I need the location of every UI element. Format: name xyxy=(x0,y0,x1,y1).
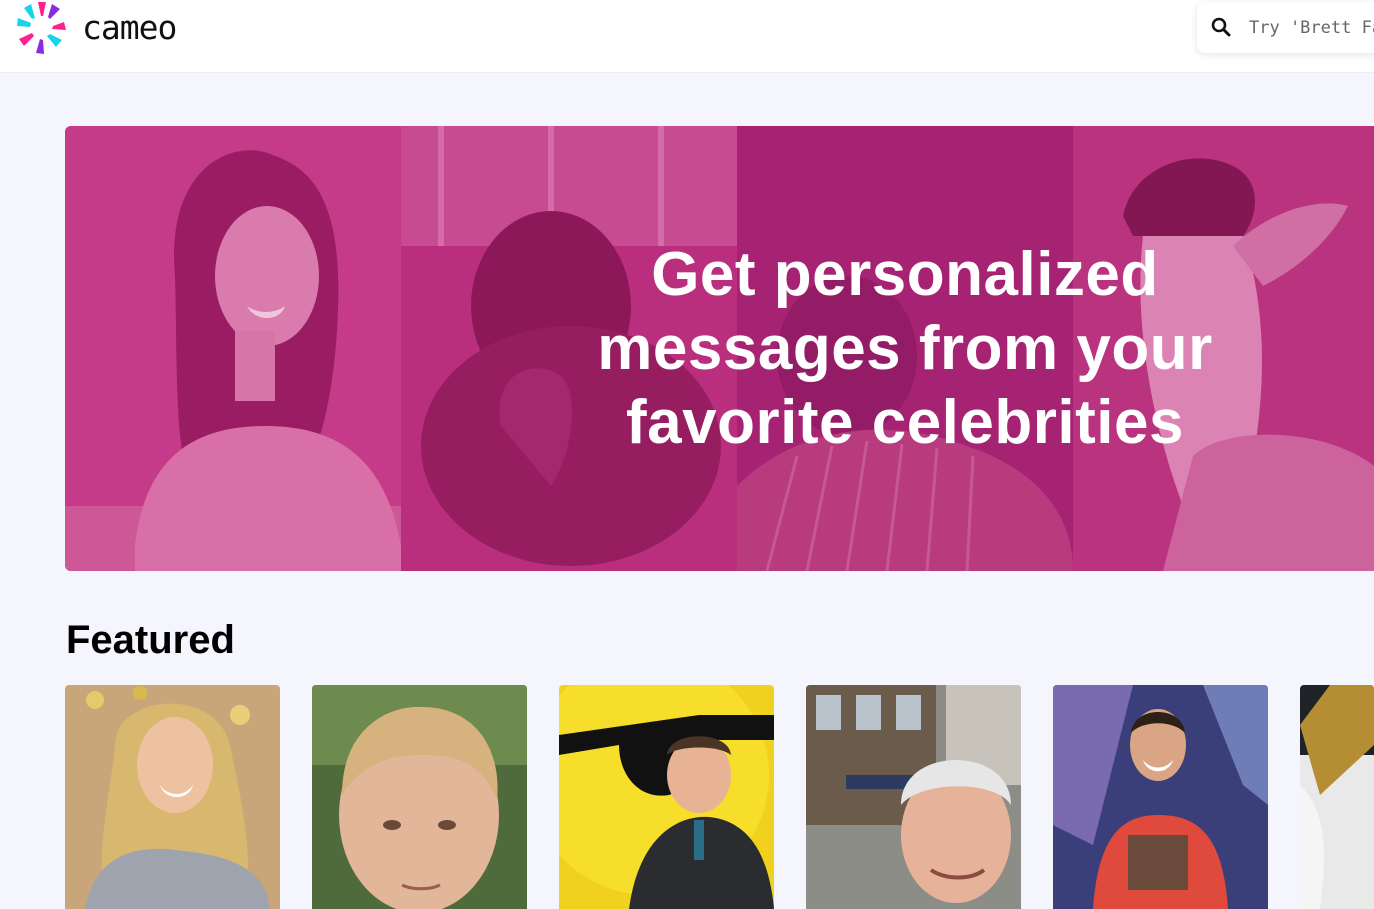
featured-card[interactable] xyxy=(1300,685,1374,909)
hero-headline-line-3: favorite celebrities xyxy=(626,388,1184,457)
celebrity-photo xyxy=(1300,685,1374,909)
search-icon xyxy=(1211,17,1231,37)
hero-headline-line-1: Get personalized xyxy=(651,240,1159,309)
celebrity-photo xyxy=(806,685,1021,909)
search-input[interactable] xyxy=(1249,14,1374,42)
hero-headline-line-2: messages from your xyxy=(597,314,1213,383)
search-bar[interactable] xyxy=(1197,2,1374,53)
featured-section-title: Featured xyxy=(66,618,235,662)
featured-card[interactable] xyxy=(1053,685,1268,909)
hero-banner: Get personalized messages from your favo… xyxy=(65,126,1374,571)
featured-card[interactable] xyxy=(65,685,280,909)
celebrity-photo xyxy=(1053,685,1268,909)
logo-wordmark[interactable]: cameo xyxy=(82,8,177,47)
hero-headline: Get personalized messages from your favo… xyxy=(545,238,1265,460)
featured-card[interactable] xyxy=(559,685,774,909)
featured-card[interactable] xyxy=(312,685,527,909)
celebrity-photo xyxy=(65,685,280,909)
celebrity-photo xyxy=(559,685,774,909)
featured-card[interactable] xyxy=(806,685,1021,909)
celebrity-photo xyxy=(312,685,527,909)
cameo-logo-icon[interactable] xyxy=(16,2,68,54)
top-header: cameo xyxy=(0,0,1374,73)
